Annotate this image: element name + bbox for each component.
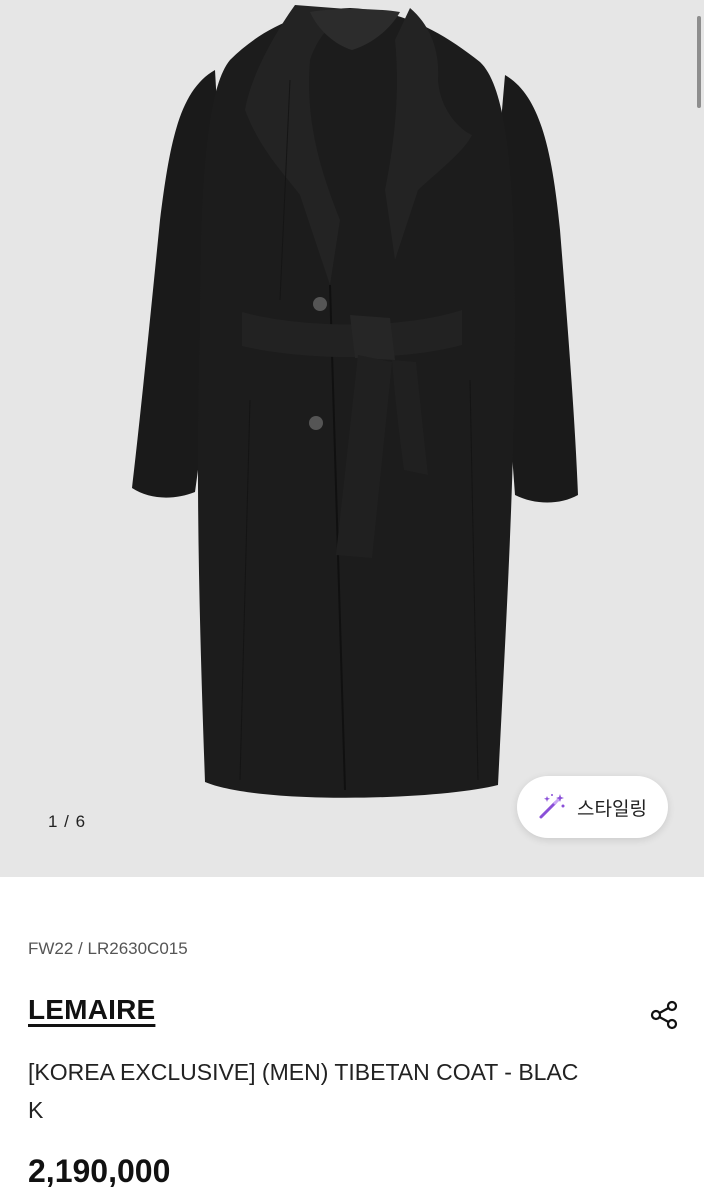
product-image-gallery[interactable]: 1 / 6 스타일링 — [0, 0, 704, 877]
styling-label: 스타일링 — [577, 797, 647, 820]
styling-button[interactable]: 스타일링 — [517, 776, 668, 838]
product-price: 2,190,000 — [28, 1153, 171, 1189]
share-icon[interactable] — [648, 999, 680, 1031]
image-counter: 1 / 6 — [48, 812, 87, 831]
scrollbar[interactable] — [697, 16, 701, 108]
coat-illustration — [132, 5, 578, 798]
brand-name-link[interactable]: LEMAIRE — [28, 994, 155, 1026]
product-name: [KOREA EXCLUSIVE] (MEN) TIBETAN COAT - B… — [28, 1059, 579, 1123]
magic-wand-icon — [539, 794, 565, 819]
product-info: FW22 / LR2630C015 LEMAIRE [KOREA EXCLUSI… — [0, 877, 704, 1200]
product-photo[interactable] — [0, 0, 704, 877]
season-code: FW22 / LR2630C015 — [28, 939, 188, 958]
